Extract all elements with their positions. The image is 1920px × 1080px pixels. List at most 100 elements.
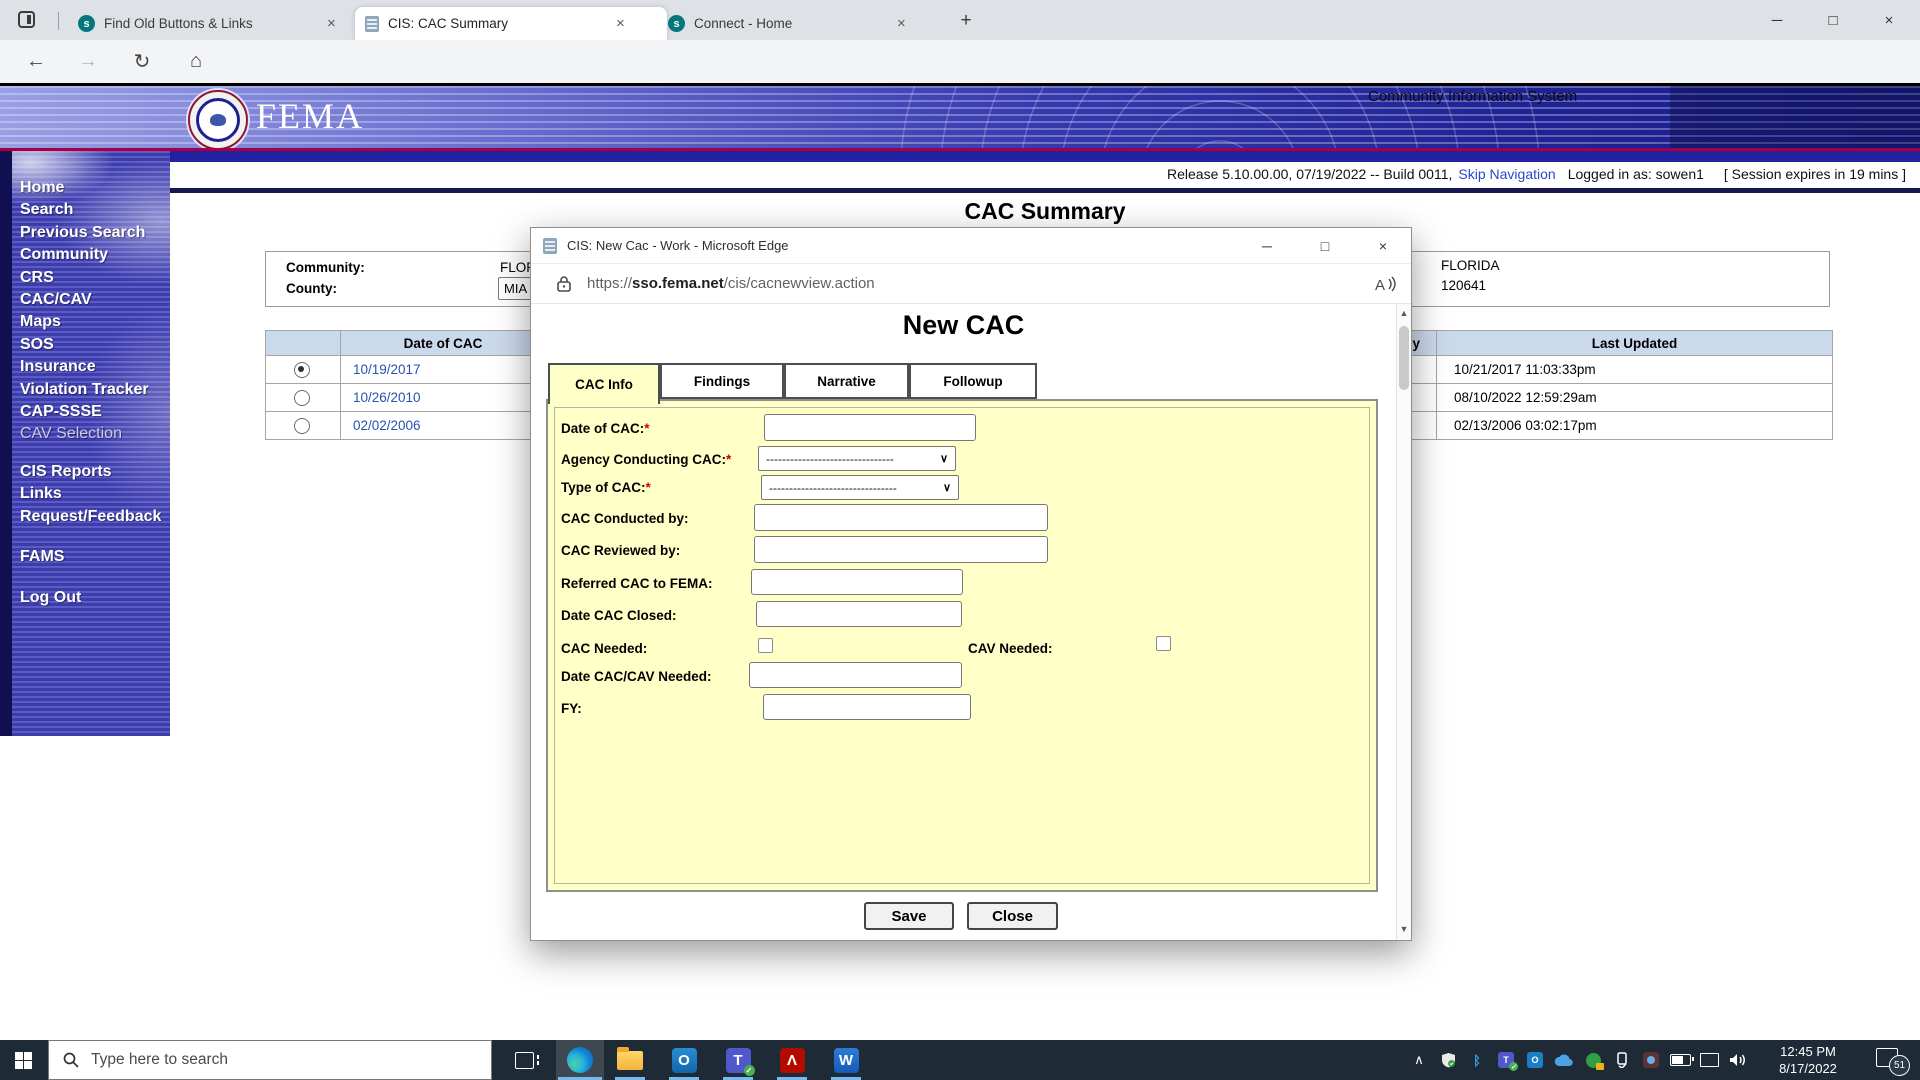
tab-connect-home[interactable]: s Connect - Home ×: [658, 7, 938, 40]
type-of-cac-label: Type of CAC:*: [561, 480, 651, 495]
taskbar-clock[interactable]: 12:45 PM 8/17/2022: [1756, 1043, 1860, 1077]
new-tab-button[interactable]: +: [950, 8, 982, 34]
security-shield-icon[interactable]: [1437, 1049, 1459, 1071]
popup-maximize-button[interactable]: □: [1302, 228, 1348, 264]
refresh-icon[interactable]: ↻: [122, 40, 162, 83]
table-row-radio[interactable]: [266, 356, 341, 384]
forward-icon[interactable]: →: [68, 40, 108, 83]
table-row-radio[interactable]: [266, 412, 341, 440]
tray-outlook-icon[interactable]: O: [1524, 1049, 1546, 1071]
bluetooth-icon[interactable]: ᛒ: [1466, 1049, 1488, 1071]
radio-selected-icon[interactable]: [294, 362, 310, 378]
close-tab-icon[interactable]: ×: [327, 15, 336, 32]
tab-search-icon[interactable]: [18, 11, 35, 28]
tab-cac-info[interactable]: CAC Info: [548, 363, 660, 404]
sidebar-item-log-out[interactable]: Log Out: [20, 587, 161, 609]
date-cac-cav-needed-input[interactable]: [749, 662, 962, 688]
table-row-radio[interactable]: [266, 384, 341, 412]
cac-needed-label: CAC Needed:: [561, 641, 647, 656]
cac-date-link[interactable]: 10/19/2017: [341, 362, 421, 377]
volume-icon[interactable]: [1727, 1049, 1749, 1071]
taskbar-acrobat-icon[interactable]: Λ: [768, 1040, 816, 1080]
close-button[interactable]: Close: [967, 902, 1058, 930]
tab-narrative[interactable]: Narrative: [784, 363, 909, 399]
taskbar-outlook-icon[interactable]: O: [660, 1040, 708, 1080]
sidebar-item-previous-search[interactable]: Previous Search: [20, 222, 161, 244]
radio-icon[interactable]: [294, 418, 310, 434]
sidebar-item-links[interactable]: Links: [20, 483, 161, 505]
sidebar-item-cac-cav[interactable]: CAC/CAV: [20, 289, 161, 311]
start-button[interactable]: [0, 1040, 48, 1080]
sidebar-item-crs[interactable]: CRS: [20, 267, 161, 289]
popup-url-bar[interactable]: https://sso.fema.net/cis/cacnewview.acti…: [531, 264, 1411, 304]
type-of-cac-select[interactable]: --------------------------------∨: [761, 475, 959, 500]
taskbar-word-icon[interactable]: W: [822, 1040, 870, 1080]
sidebar-item-community[interactable]: Community: [20, 244, 161, 266]
scroll-thumb[interactable]: [1399, 326, 1409, 390]
vpn-globe-lock-icon[interactable]: [1582, 1049, 1604, 1071]
taskbar-teams-icon[interactable]: T✓: [714, 1040, 762, 1080]
sidebar-item-home[interactable]: Home: [20, 177, 161, 199]
network-display-icon[interactable]: [1698, 1049, 1720, 1071]
date-cac-closed-input[interactable]: [756, 601, 962, 627]
tab-find-old-buttons[interactable]: s Find Old Buttons & Links ×: [68, 7, 368, 40]
date-of-cac-input[interactable]: [764, 414, 976, 441]
sidebar-item-cav-selection[interactable]: CAV Selection: [20, 423, 161, 445]
referred-cac-to-fema-input[interactable]: [751, 569, 963, 595]
cav-needed-checkbox[interactable]: [1156, 636, 1171, 651]
scroll-up-icon[interactable]: ▲: [1398, 308, 1410, 318]
cac-date-link[interactable]: 10/26/2010: [341, 390, 421, 405]
close-tab-icon[interactable]: ×: [616, 15, 625, 32]
sidebar-item-maps[interactable]: Maps: [20, 311, 161, 333]
save-button[interactable]: Save: [864, 902, 954, 930]
fy-input[interactable]: [763, 694, 971, 720]
popup-url-text: https://sso.fema.net/cis/cacnewview.acti…: [587, 275, 875, 292]
sidebar-item-violation-tracker[interactable]: Violation Tracker: [20, 379, 161, 401]
sidebar-nav: Home Search Previous Search Community CR…: [0, 151, 170, 736]
home-icon[interactable]: ⌂: [176, 40, 216, 83]
popup-close-button[interactable]: ×: [1360, 228, 1406, 264]
sidebar-item-fams[interactable]: FAMS: [20, 546, 161, 568]
sidebar-item-request-feedback[interactable]: Request/Feedback: [20, 506, 161, 528]
back-icon[interactable]: ←: [16, 40, 56, 83]
cac-date-link[interactable]: 02/02/2006: [341, 418, 421, 433]
date-of-cac-header: Date of CAC: [341, 331, 546, 356]
logged-in-as: Logged in as: sowen1: [1568, 166, 1704, 182]
close-tab-icon[interactable]: ×: [897, 15, 906, 32]
notification-count-badge: 51: [1889, 1055, 1910, 1076]
taskbar-file-explorer-icon[interactable]: [606, 1040, 654, 1080]
notification-center-icon[interactable]: 51: [1876, 1048, 1902, 1070]
sidebar-item-sos[interactable]: SOS: [20, 334, 161, 356]
table-row-date: 02/02/2006: [341, 412, 546, 440]
radio-icon[interactable]: [294, 390, 310, 406]
tab-followup[interactable]: Followup: [909, 363, 1037, 399]
window-close-button[interactable]: ×: [1864, 0, 1914, 40]
fieldset-border: [554, 407, 1370, 884]
window-minimize-button[interactable]: ─: [1752, 0, 1802, 40]
tab-cis-cac-summary[interactable]: CIS: CAC Summary ×: [355, 7, 667, 40]
popup-scrollbar[interactable]: ▲ ▼: [1396, 304, 1411, 940]
task-view-icon[interactable]: [500, 1040, 548, 1080]
tray-teams-icon[interactable]: T✓: [1495, 1049, 1517, 1071]
window-maximize-button[interactable]: □: [1808, 0, 1858, 40]
cac-needed-checkbox[interactable]: [758, 638, 773, 653]
sidebar-item-insurance[interactable]: Insurance: [20, 356, 161, 378]
tab-findings[interactable]: Findings: [660, 363, 784, 399]
taskbar-edge-icon[interactable]: [556, 1040, 604, 1080]
taskbar-search-box[interactable]: Type here to search: [48, 1040, 492, 1080]
skip-navigation-link[interactable]: Skip Navigation: [1458, 166, 1555, 182]
usb-device-icon[interactable]: [1611, 1049, 1633, 1071]
app-globe-icon[interactable]: [1640, 1049, 1662, 1071]
cac-conducted-by-input[interactable]: [754, 504, 1048, 531]
read-aloud-icon[interactable]: A: [1375, 275, 1397, 293]
cac-reviewed-by-input[interactable]: [754, 536, 1048, 563]
agency-conducting-cac-select[interactable]: --------------------------------∨: [758, 446, 956, 471]
onedrive-icon[interactable]: [1553, 1049, 1575, 1071]
popup-minimize-button[interactable]: ─: [1244, 228, 1290, 264]
battery-icon[interactable]: [1669, 1049, 1691, 1071]
sidebar-item-cis-reports[interactable]: CIS Reports: [20, 461, 161, 483]
sidebar-item-search[interactable]: Search: [20, 199, 161, 221]
sidebar-item-cap-ssse[interactable]: CAP-SSSE: [20, 401, 161, 423]
tray-expand-icon[interactable]: ∧: [1408, 1049, 1430, 1071]
scroll-down-icon[interactable]: ▼: [1398, 924, 1410, 934]
